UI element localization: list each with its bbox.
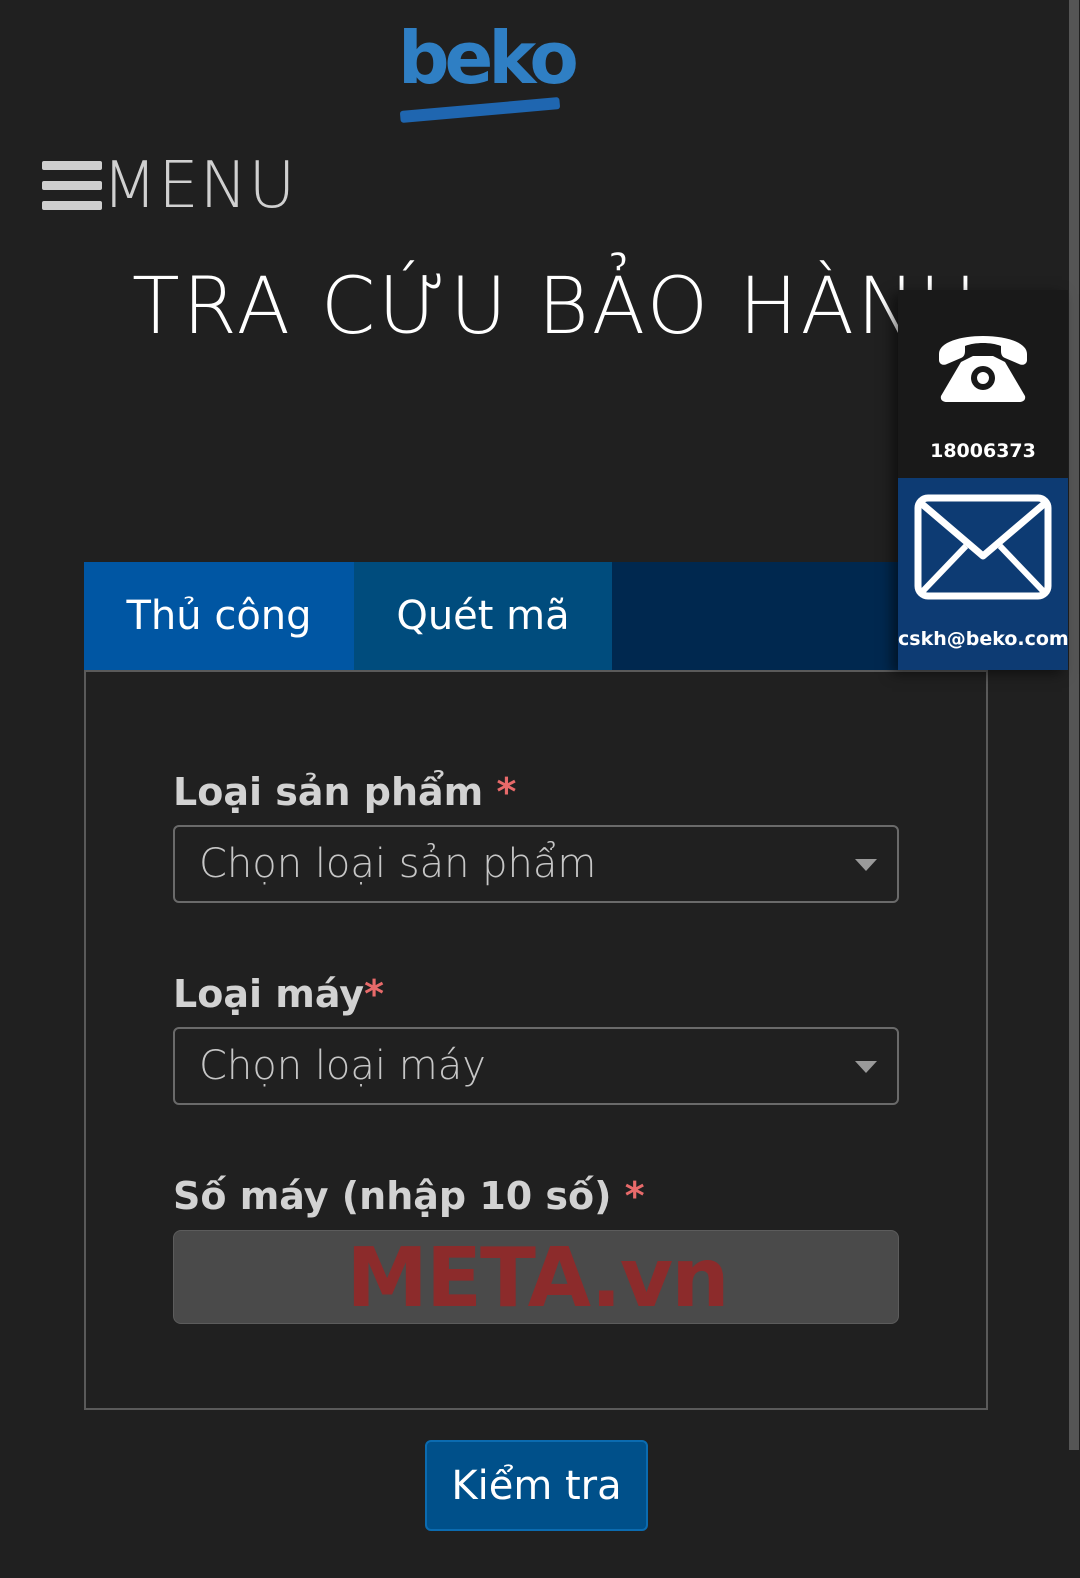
hamburger-icon <box>42 159 102 213</box>
hotline-number: 18006373 <box>930 440 1036 462</box>
model-type-label: Loại máy* <box>173 972 384 1016</box>
required-mark: * <box>624 1174 645 1218</box>
lookup-tabs: Thủ công Quét mã <box>84 562 978 670</box>
model-type-select[interactable]: Chọn loại máy <box>173 1027 899 1105</box>
required-mark: * <box>364 972 384 1016</box>
logo-text: beko <box>398 16 579 100</box>
hotline-button[interactable]: 18006373 <box>898 290 1068 478</box>
product-type-select[interactable]: Chọn loại sản phẩm <box>173 825 899 903</box>
menu-label: MENU <box>102 149 297 223</box>
email-address: cskh@beko.com <box>898 628 1069 650</box>
watermark: META.vn <box>346 1231 729 1324</box>
check-button[interactable]: Kiểm tra <box>425 1440 648 1531</box>
email-button[interactable]: cskh@beko.com <box>898 478 1069 670</box>
tab-manual[interactable]: Thủ công <box>84 562 354 670</box>
logo-swoosh <box>399 97 561 123</box>
phone-icon <box>939 336 1027 402</box>
menu-button[interactable]: MENU <box>42 149 297 223</box>
mail-icon <box>914 494 1052 600</box>
product-type-placeholder: Chọn loại sản phẩm <box>199 841 597 887</box>
model-type-placeholder: Chọn loại máy <box>199 1043 486 1089</box>
required-mark: * <box>496 770 517 814</box>
page-title: TRA CỨU BẢO HÀNH <box>132 262 980 352</box>
chevron-down-icon <box>855 1061 877 1073</box>
serial-input[interactable]: META.vn <box>173 1230 899 1324</box>
product-type-label: Loại sản phẩm * <box>173 770 517 814</box>
contact-panel: 18006373 cskh@beko.com <box>898 290 1069 670</box>
chevron-down-icon <box>855 859 877 871</box>
serial-label: Số máy (nhập 10 số) * <box>173 1174 645 1218</box>
tab-scan-code[interactable]: Quét mã <box>354 562 612 670</box>
scrollbar-thumb[interactable] <box>1069 0 1079 1450</box>
beko-logo[interactable]: beko <box>398 16 579 126</box>
